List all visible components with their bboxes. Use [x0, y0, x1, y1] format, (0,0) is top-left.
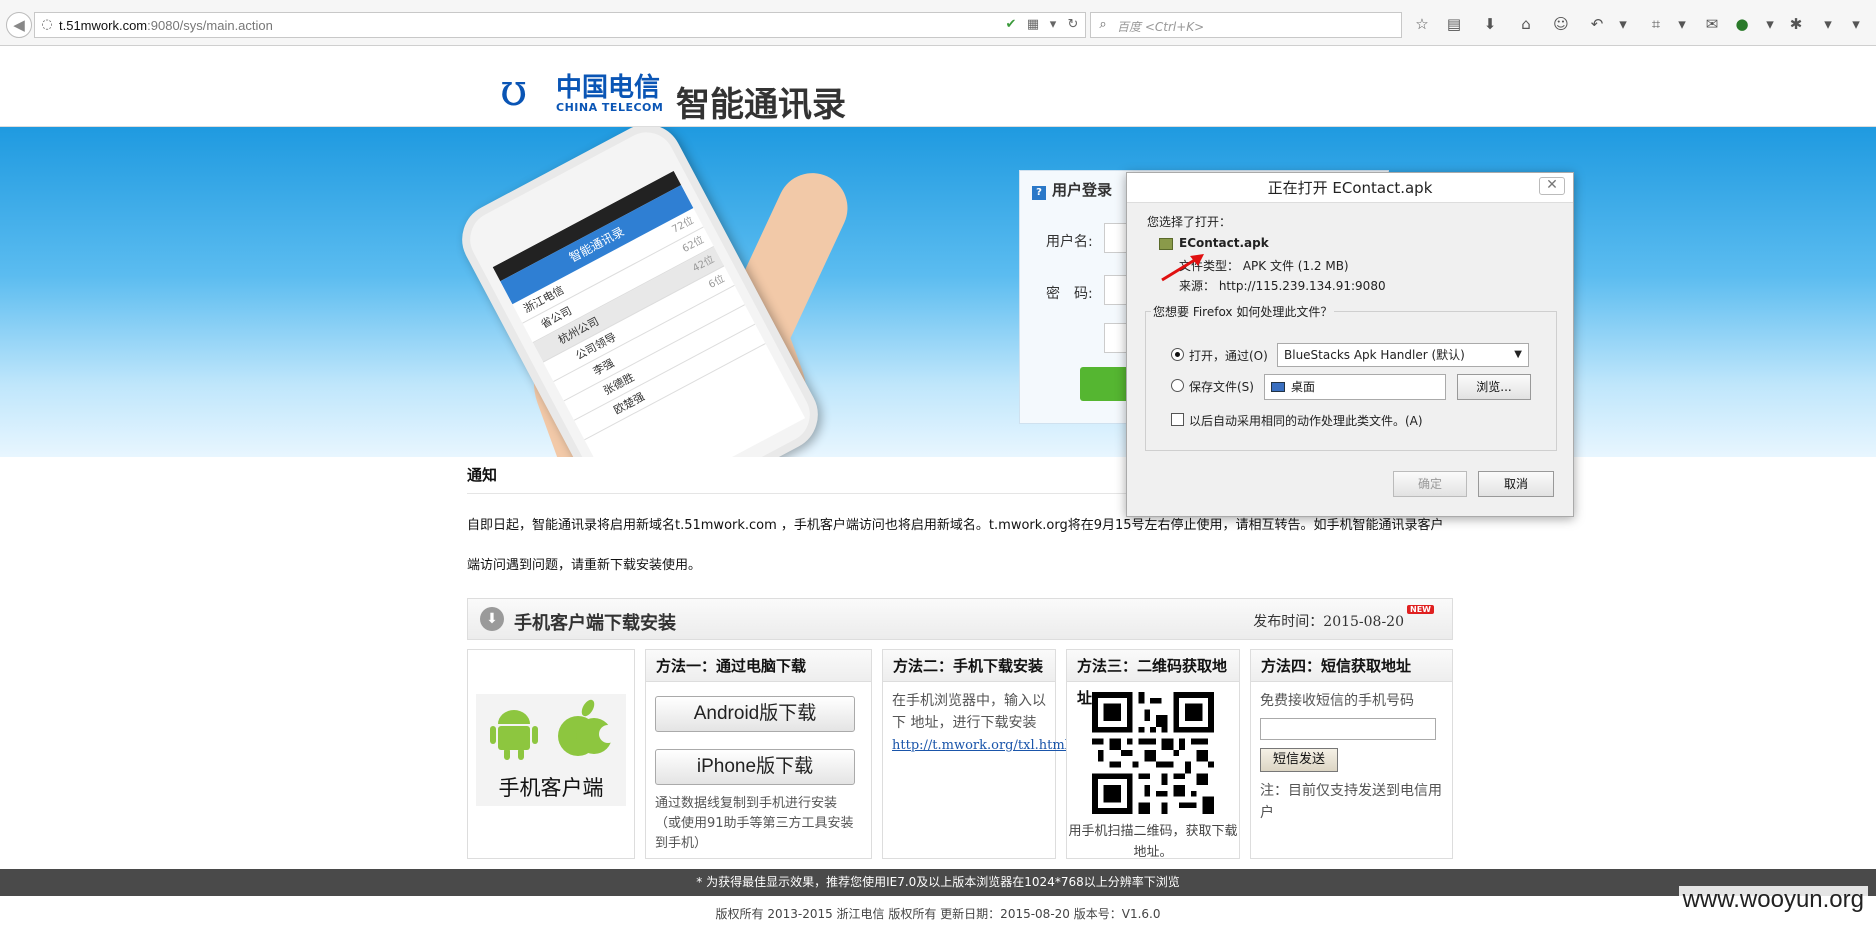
login-title: ? 用户登录: [1032, 179, 1112, 200]
method1-column: 方法一：通过电脑下载 Android版下载 iPhone版下载 通过数据线复制到…: [645, 649, 872, 859]
save-file-radio[interactable]: [1171, 379, 1184, 392]
file-open-dialog: 正在打开 EContact.apk ✕ 您选择了打开： EContact.apk…: [1126, 172, 1574, 517]
file-source: 来源： http://115.239.134.91:9080: [1179, 279, 1386, 293]
qr-caption: 用手机扫描二维码，获取下载地址。: [1068, 824, 1238, 860]
url-text: t.51mwork.com:9080/sys/main.action: [59, 18, 273, 33]
download-icon[interactable]: ⬇: [1480, 14, 1500, 34]
home-icon[interactable]: ⌂: [1516, 14, 1536, 34]
hero-banner: 智能通讯录 浙江电信 72位 省公司 62位 杭州公司 42位 公司领导 6位 李强 张…: [0, 127, 1876, 457]
chat-icon[interactable]: ☺: [1551, 14, 1571, 34]
search-bar[interactable]: ⌕ 百度 <Ctrl+K>: [1090, 12, 1402, 38]
footer-copyright: 版权所有 2013-2015 浙江电信 版权所有 更新日期：2015-08-20…: [715, 907, 1161, 921]
ok-button[interactable]: 确定: [1393, 471, 1467, 497]
crop-icon[interactable]: ⌗: [1646, 14, 1666, 34]
cancel-button[interactable]: 取消: [1478, 471, 1554, 497]
android-apple-icons: [490, 699, 617, 760]
client-image: 手机客户端: [476, 694, 626, 806]
password-label: 密 码:: [1046, 286, 1093, 302]
auto-action-label: 以后自动采用相同的动作处理此类文件。(A): [1189, 414, 1423, 428]
watermark: www.wooyun.org: [1678, 886, 1868, 914]
globe-icon: ◌: [41, 17, 53, 32]
publish-date: 发布时间：2015-08-20: [1253, 614, 1404, 630]
username-label: 用户名:: [1046, 234, 1093, 250]
sms-phone-input[interactable]: [1260, 718, 1436, 740]
auto-action-checkbox[interactable]: [1171, 413, 1184, 426]
sms-note: 注：目前仅支持发送到电信用户: [1260, 783, 1442, 821]
dropdown-icon[interactable]: ▾: [1045, 17, 1061, 33]
speech-icon[interactable]: ✉: [1702, 14, 1722, 34]
save-file-label: 保存文件(S): [1189, 380, 1254, 394]
menu-dropdown-icon[interactable]: ▾: [1818, 14, 1838, 34]
undo-menu-icon[interactable]: ▾: [1613, 14, 1633, 34]
method1-note: 通过数据线复制到手机进行安装（或使用91助手等第三方工具安装到手机）: [655, 796, 854, 851]
method1-title: 方法一：通过电脑下载: [646, 650, 871, 682]
browser-toolbar: ◀ ◌ t.51mwork.com:9080/sys/main.action ✔…: [0, 0, 1876, 46]
footer-tip: * 为获得最佳显示效果，推荐您使用IE7.0及以上版本浏览器在1024*768以…: [0, 869, 1876, 896]
open-with-radio[interactable]: [1171, 348, 1184, 361]
brand-en: CHINA TELECOM: [556, 101, 664, 114]
apk-file-icon: [1159, 238, 1173, 250]
back-arrow-icon: ◀: [13, 16, 25, 34]
address-bar[interactable]: ◌ t.51mwork.com:9080/sys/main.action ✔ ▦…: [34, 12, 1086, 38]
method2-text: 在手机浏览器中，输入以下 地址，进行下载安装: [892, 693, 1046, 731]
reading-list-icon[interactable]: ▤: [1444, 14, 1464, 34]
client-column: 手机客户端: [467, 649, 635, 859]
crop-menu-icon[interactable]: ▾: [1672, 14, 1692, 34]
open-with-label: 打开，通过(O): [1189, 349, 1268, 363]
method3-title: 方法三：二维码获取地址: [1067, 650, 1239, 707]
menu-icon[interactable]: ▾: [1846, 14, 1866, 34]
brand-cn: 中国电信: [556, 73, 661, 103]
search-placeholder: 百度 <Ctrl+K>: [1117, 20, 1205, 34]
qr-code-image: [1092, 692, 1214, 814]
notice-text: 自即日起，智能通讯录将启用新域名t.51mwork.com ，手机客户端访问也将…: [467, 518, 1444, 573]
telecom-swirl-icon: ʊ: [500, 65, 528, 116]
phone-screen: 智能通讯录 浙江电信 72位 省公司 62位 杭州公司 42位 公司领导 6位 李强 张…: [492, 170, 806, 457]
download-arrow-icon: ⬇: [480, 607, 504, 631]
method4-title: 方法四：短信获取地址: [1251, 650, 1452, 682]
shield-check-icon[interactable]: ✔: [1003, 17, 1019, 33]
dialog-title: 正在打开 EContact.apk: [1127, 173, 1573, 203]
bookmark-star-icon[interactable]: ☆: [1412, 14, 1432, 34]
method2-link[interactable]: http://t.mwork.org/txl.html: [892, 738, 1069, 753]
chevron-down-icon: ▼: [1514, 349, 1522, 360]
method2-column: 方法二：手机下载安装 在手机浏览器中，输入以下 地址，进行下载安装 http://…: [882, 649, 1069, 859]
file-name: EContact.apk: [1179, 236, 1269, 250]
desktop-icon: [1271, 382, 1285, 392]
client-label: 手机客户端: [498, 776, 604, 800]
new-badge: NEW: [1407, 605, 1434, 614]
red-annotation-arrow-icon: [1161, 254, 1204, 282]
chosen-label: 您选择了打开：: [1147, 215, 1232, 229]
save-location-field[interactable]: 桌面: [1264, 374, 1446, 400]
browse-button[interactable]: 浏览...: [1457, 374, 1531, 400]
sms-send-button[interactable]: 短信发送: [1260, 748, 1338, 772]
search-icon: ⌕: [1099, 17, 1107, 32]
method4-column: 方法四：短信获取地址 免费接收短信的手机号码 短信发送 注：目前仅支持发送到电信…: [1250, 649, 1453, 859]
china-telecom-logo: ʊ 中国电信 CHINA TELECOM 智能通讯录: [500, 65, 880, 126]
back-button[interactable]: ◀: [6, 12, 32, 38]
site-header: ʊ 中国电信 CHINA TELECOM 智能通讯录: [0, 47, 1876, 127]
shield-icon[interactable]: ●: [1732, 14, 1752, 34]
android-download-button[interactable]: Android版下载: [655, 696, 855, 732]
undo-icon[interactable]: ↶: [1587, 14, 1607, 34]
android-icon: [490, 710, 538, 760]
shield-menu-icon[interactable]: ▾: [1760, 14, 1780, 34]
iphone-download-button[interactable]: iPhone版下载: [655, 749, 855, 785]
reload-icon[interactable]: ↻: [1065, 17, 1081, 33]
help-icon: ?: [1032, 186, 1046, 200]
open-with-select[interactable]: BlueStacks Apk Handler (默认) ▼: [1277, 343, 1529, 367]
app-name: 智能通讯录: [676, 85, 846, 125]
sms-phone-label: 免费接收短信的手机号码: [1260, 693, 1414, 709]
download-header: ⬇ 手机客户端下载安装 发布时间：2015-08-20 NEW: [467, 598, 1453, 640]
dialog-close-button[interactable]: ✕: [1539, 177, 1565, 195]
method2-title: 方法二：手机下载安装: [883, 650, 1055, 682]
method3-column: 方法三：二维码获取地址 用手机扫描二维码，获取下载地址。: [1066, 649, 1240, 860]
handle-question: 您想要 Firefox 如何处理此文件？: [1151, 303, 1335, 320]
download-title: 手机客户端下载安装: [514, 613, 676, 634]
settings-icon[interactable]: ✱: [1786, 14, 1806, 34]
qr-code-icon[interactable]: ▦: [1025, 17, 1041, 33]
